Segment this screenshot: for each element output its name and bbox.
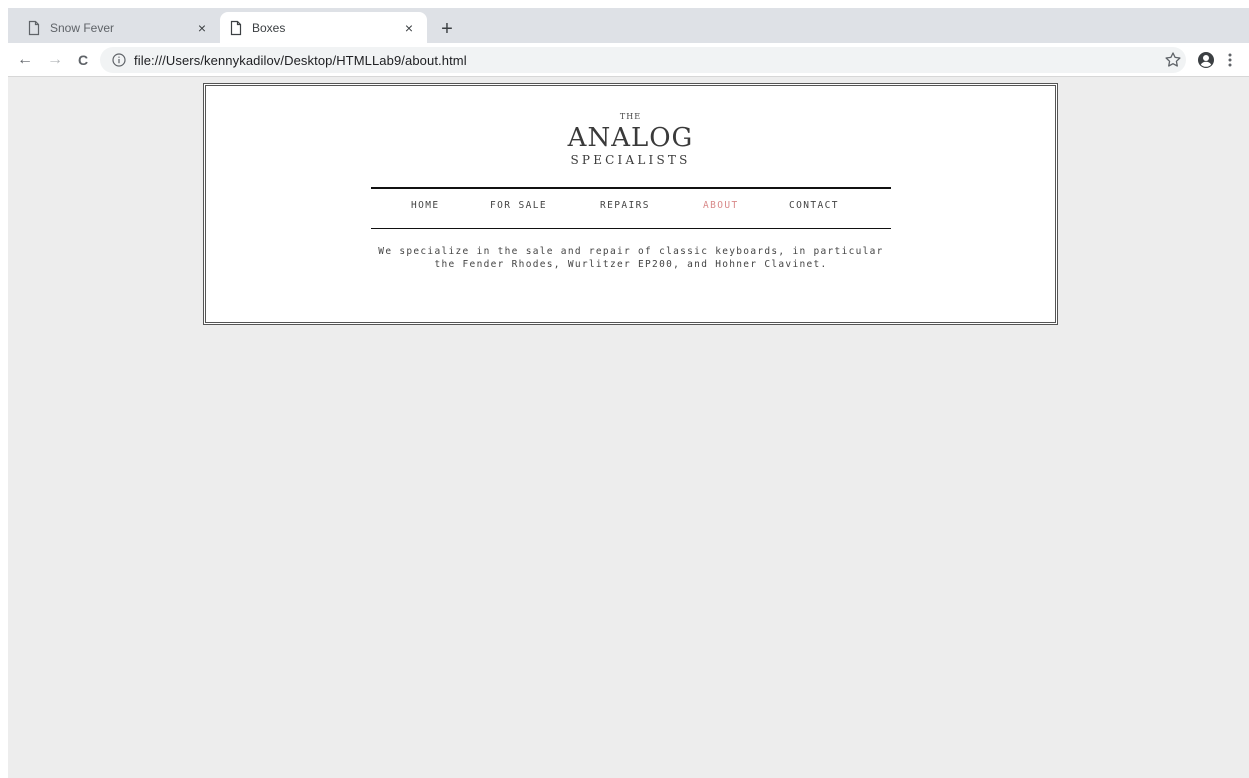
nav-contact-link[interactable]: CONTACT — [789, 200, 839, 211]
browser-toolbar: ← → C file:///Users/kennykadilov/Desktop… — [8, 43, 1249, 77]
tab-title: Boxes — [252, 20, 286, 35]
info-icon[interactable] — [112, 53, 126, 67]
nav-divider-bottom — [371, 228, 891, 229]
about-intro-text: We specialize in the sale and repair of … — [378, 246, 884, 270]
url-text: file:///Users/kennykadilov/Desktop/HTMLL… — [134, 52, 467, 68]
tab-strip: Snow Fever × Boxes × + — [8, 8, 1249, 43]
back-button[interactable]: ← — [14, 49, 36, 71]
tab-snow-fever[interactable]: Snow Fever × — [18, 12, 220, 43]
more-menu-icon[interactable] — [1224, 50, 1236, 70]
tab-close-button[interactable]: × — [194, 20, 210, 36]
reload-button[interactable]: C — [72, 49, 94, 71]
account-icon[interactable] — [1196, 50, 1216, 70]
logo-specialists: SPECIALISTS — [570, 153, 691, 167]
tab-boxes[interactable]: Boxes × — [220, 12, 427, 43]
nav-home-link[interactable]: HOME — [411, 200, 439, 211]
document-icon — [230, 20, 242, 35]
site-container: THE ANALOG SPECIALISTS HOME FOR SALE REP… — [203, 83, 1058, 325]
tab-close-button[interactable]: × — [401, 20, 417, 36]
forward-button[interactable]: → — [44, 49, 66, 71]
site-nav: HOME FOR SALE REPAIRS ABOUT CONTACT — [371, 200, 891, 216]
nav-repairs-link[interactable]: REPAIRS — [600, 200, 650, 211]
nav-for-sale-link[interactable]: FOR SALE — [490, 200, 547, 211]
nav-about-link[interactable]: ABOUT — [703, 200, 739, 211]
logo-analog: ANALOG — [567, 123, 694, 153]
browser-window: Snow Fever × Boxes × + ← → C file:///Use… — [8, 8, 1249, 778]
bookmark-star-icon[interactable] — [1163, 50, 1183, 70]
new-tab-button[interactable]: + — [435, 17, 459, 41]
page-viewport: THE ANALOG SPECIALISTS HOME FOR SALE REP… — [8, 78, 1249, 778]
address-bar[interactable]: file:///Users/kennykadilov/Desktop/HTMLL… — [100, 47, 1186, 73]
tab-title: Snow Fever — [50, 20, 115, 35]
nav-divider-top — [371, 187, 891, 189]
logo-the: THE — [619, 112, 642, 121]
document-icon — [28, 20, 40, 35]
